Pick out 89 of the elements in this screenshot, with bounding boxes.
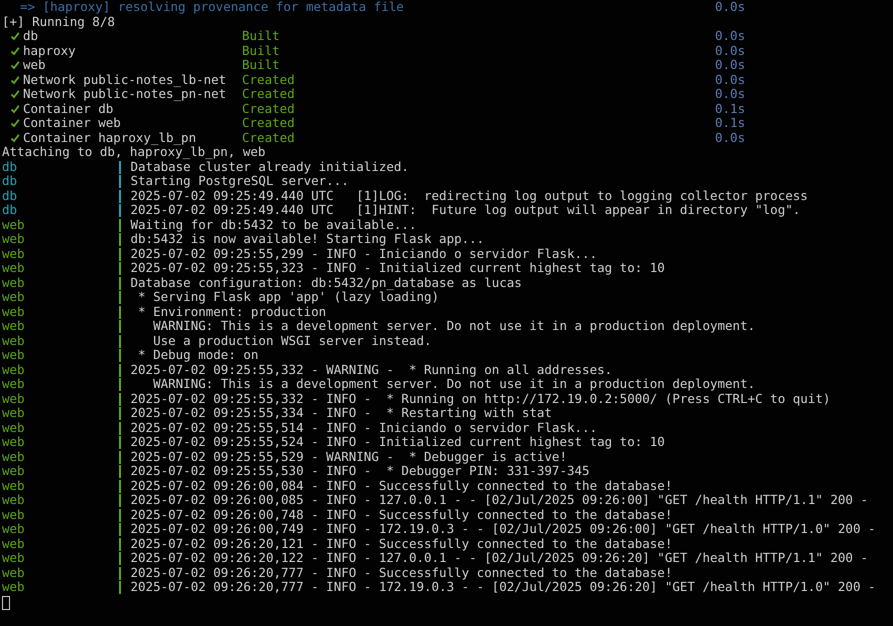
service-name: web (2, 478, 26, 493)
step-duration: 0.0s (715, 0, 746, 14)
service-name: web (2, 493, 26, 508)
service-name: web (2, 406, 26, 420)
text-cursor[interactable] (2, 596, 10, 610)
attach-message: Attaching to db, haproxy_lb_pn, web (2, 145, 266, 160)
log-message: * Environment: production (137, 304, 326, 319)
resource-status: Created (242, 87, 296, 102)
service-name: db (2, 160, 18, 174)
log-message: 2025-07-02 09:26:20,121 - INFO - Successfully connected to the database! (130, 536, 672, 551)
step-duration: 0.0s (715, 130, 746, 145)
step-duration: 0.1s (715, 102, 746, 116)
log-message: Use a production WSGI server instead. (152, 334, 432, 348)
service-name: web (2, 334, 26, 348)
log-message: 2025-07-02 09:25:55,334 - INFO - * Restarting with stat (130, 406, 552, 420)
resource-name: haproxy (23, 44, 76, 58)
log-message: 2025-07-02 09:25:55,514 - INFO - Iniciando o servidor Flask... (130, 420, 598, 435)
service-name: web (2, 435, 26, 450)
progress-summary: [+] Running 8/8 (2, 14, 115, 29)
service-name: web (2, 290, 26, 304)
log-message: 2025-07-02 09:25:55,332 - WARNING - * Running on all addresses. (130, 362, 612, 377)
service-name: web (2, 508, 26, 522)
service-name: web (2, 392, 26, 406)
service-name: web (2, 377, 26, 392)
log-message: Database cluster already initialized. (130, 160, 409, 174)
resource-status: Created (242, 102, 296, 116)
log-message: Waiting for db:5432 to be available... (130, 218, 416, 232)
service-name: db (2, 174, 18, 188)
service-name: web (2, 362, 26, 377)
step-duration: 0.0s (715, 87, 746, 102)
resource-name: db (23, 29, 38, 44)
resource-name: Container web (23, 116, 121, 130)
resource-status: Built (242, 44, 281, 58)
log-message: 2025-07-02 09:25:49.440 UTC [1]HINT: Future log output will appear in directory "log". (130, 203, 800, 218)
log-message: 2025-07-02 09:25:55,299 - INFO - Iniciando o servidor Flask... (130, 246, 598, 261)
service-name: web (2, 348, 26, 362)
log-message: WARNING: This is a development server. Do not use it in a production deployment. (152, 319, 756, 334)
resource-status: Built (242, 29, 281, 44)
log-message: 2025-07-02 09:26:00,084 - INFO - Successfully connected to the database! (130, 478, 672, 493)
service-name: web (2, 276, 26, 290)
service-name: web (2, 464, 26, 478)
service-name: web (2, 566, 26, 580)
log-message: 2025-07-02 09:26:00,749 - INFO - 172.19.0.3 - - [02/Jul/2025 09:26:00] "GET /health HTTP/1.0" 200 - (130, 522, 876, 536)
service-name: web (2, 580, 26, 594)
log-message: Starting PostgreSQL server... (130, 174, 349, 188)
service-name: web (2, 536, 26, 551)
step-duration: 0.0s (715, 44, 746, 58)
resource-name: web (23, 58, 46, 72)
service-name: db (2, 188, 18, 203)
log-message: 2025-07-02 09:26:20,777 - INFO - Successfully connected to the database! (130, 566, 672, 580)
log-message: 2025-07-02 09:26:20,122 - INFO - 127.0.0.1 - - [02/Jul/2025 09:26:20] "GET /health HTTP/1.1" 200 - (130, 551, 868, 566)
resource-status: Created (242, 130, 296, 145)
service-name: web (2, 420, 26, 435)
service-name: web (2, 218, 26, 232)
log-message: * Serving Flask app 'app' (lazy loading) (137, 290, 440, 304)
log-message: 2025-07-02 09:25:55,323 - INFO - Initialized current highest tag to: 10 (130, 261, 665, 276)
log-message: WARNING: This is a development server. Do not use it in a production deployment. (152, 377, 756, 392)
build-step-line: => [haproxy] resolving provenance for metadata file (19, 0, 405, 14)
step-duration: 0.0s (715, 58, 746, 72)
log-message: db:5432 is now available! Starting Flask app... (130, 232, 484, 246)
resource-status: Built (242, 58, 281, 72)
service-name: web (2, 319, 26, 334)
log-message: 2025-07-02 09:25:55,524 - INFO - Initialized current highest tag to: 10 (130, 435, 665, 450)
log-message: 2025-07-02 09:25:55,332 - INFO - * Running on http://172.19.0.2:5000/ (Press CTRL+C to quit) (130, 392, 830, 406)
step-duration: 0.0s (715, 72, 746, 87)
resource-status: Created (242, 72, 296, 87)
service-name: web (2, 551, 26, 566)
service-name: db (2, 203, 18, 218)
service-name: web (2, 261, 26, 276)
service-name: web (2, 304, 26, 319)
service-name: web (2, 246, 26, 261)
resource-status: Created (242, 116, 296, 130)
log-message: * Debug mode: on (137, 348, 258, 362)
log-message: 2025-07-02 09:25:49.440 UTC [1]LOG: redirecting log output to logging collector process (130, 188, 808, 203)
log-message: 2025-07-02 09:26:20,777 - INFO - 172.19.0.3 - - [02/Jul/2025 09:26:20] "GET /health HTTP/1.0" 200 - (130, 580, 876, 594)
log-message: 2025-07-02 09:26:00,085 - INFO - 127.0.0.1 - - [02/Jul/2025 09:26:00] "GET /health HTTP/1.1" 200 - (130, 493, 868, 508)
log-message: Database configuration: db:5432/pn_database as lucas (130, 276, 522, 290)
service-name: web (2, 522, 26, 536)
resource-name: Container haproxy_lb_pn (23, 130, 196, 145)
service-name: web (2, 450, 26, 464)
log-message: 2025-07-02 09:26:00,748 - INFO - Successfully connected to the database! (130, 508, 672, 522)
service-name: web (2, 232, 26, 246)
resource-name: Container db (23, 102, 114, 116)
step-duration: 0.0s (715, 29, 746, 44)
resource-name: Network public-notes_lb-net (23, 72, 226, 87)
log-message: 2025-07-02 09:25:55,530 - INFO - * Debugger PIN: 331-397-345 (130, 464, 590, 478)
log-message: 2025-07-02 09:25:55,529 - WARNING - * Debugger is active! (130, 450, 567, 464)
resource-name: Network public-notes_pn-net (23, 87, 226, 102)
step-duration: 0.1s (715, 116, 746, 130)
